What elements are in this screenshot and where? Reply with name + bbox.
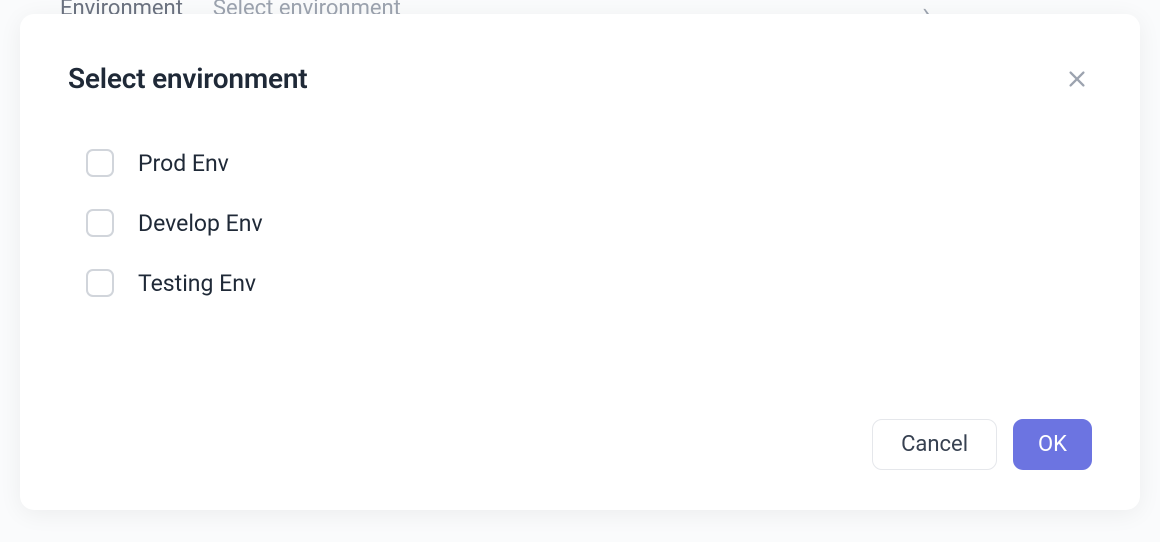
- cancel-button[interactable]: Cancel: [872, 419, 997, 470]
- option-prod-env[interactable]: Prod Env: [86, 149, 1092, 177]
- modal-header: Select environment: [68, 62, 1092, 95]
- close-button[interactable]: [1062, 64, 1092, 94]
- option-label: Testing Env: [138, 270, 256, 297]
- checkbox-testing-env[interactable]: [86, 269, 114, 297]
- option-label: Prod Env: [138, 150, 229, 177]
- select-environment-modal: Select environment Prod Env Develop Env …: [20, 14, 1140, 510]
- modal-footer: Cancel OK: [68, 419, 1092, 470]
- options-list: Prod Env Develop Env Testing Env: [68, 149, 1092, 395]
- modal-title: Select environment: [68, 62, 307, 95]
- checkbox-prod-env[interactable]: [86, 149, 114, 177]
- ok-button[interactable]: OK: [1013, 419, 1092, 470]
- option-develop-env[interactable]: Develop Env: [86, 209, 1092, 237]
- option-testing-env[interactable]: Testing Env: [86, 269, 1092, 297]
- checkbox-develop-env[interactable]: [86, 209, 114, 237]
- option-label: Develop Env: [138, 210, 263, 237]
- close-icon: [1066, 68, 1088, 90]
